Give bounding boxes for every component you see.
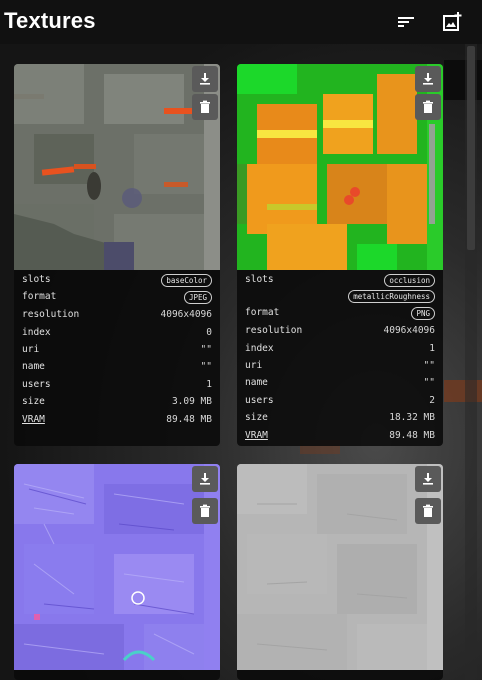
texture-thumbnail[interactable] bbox=[14, 464, 220, 670]
prop-uri: uri "" bbox=[245, 357, 435, 374]
download-icon bbox=[200, 73, 210, 85]
download-icon bbox=[423, 473, 433, 485]
value: 89.48 MB bbox=[166, 413, 212, 425]
trash-icon bbox=[423, 100, 433, 113]
slot-chip: occlusion bbox=[384, 274, 435, 287]
vram-link[interactable]: VRAM bbox=[22, 414, 45, 425]
prop-slots: slots baseColor bbox=[22, 272, 212, 289]
slot-chip: metallicRoughness bbox=[348, 290, 435, 303]
prop-size: size 3.09 MB bbox=[22, 393, 212, 410]
delete-button[interactable] bbox=[192, 94, 218, 120]
value: "" bbox=[423, 359, 435, 371]
label: size bbox=[245, 412, 268, 424]
value: 0 bbox=[206, 326, 212, 338]
prop-index: index 0 bbox=[22, 323, 212, 340]
download-button[interactable] bbox=[192, 466, 218, 492]
prop-format: format JPEG bbox=[22, 289, 212, 306]
delete-button[interactable] bbox=[415, 94, 441, 120]
delete-button[interactable] bbox=[192, 498, 218, 524]
download-button[interactable] bbox=[415, 466, 441, 492]
value: 4096x4096 bbox=[383, 325, 435, 337]
sort-icon[interactable] bbox=[394, 10, 418, 34]
prop-resolution: resolution 4096x4096 bbox=[22, 306, 212, 323]
prop-slots: slots occlusion metallicRoughness bbox=[245, 272, 435, 305]
value: "" bbox=[200, 361, 212, 373]
value: "" bbox=[200, 343, 212, 355]
vram-link[interactable]: VRAM bbox=[245, 430, 268, 441]
label: slots bbox=[245, 274, 274, 285]
add-image-icon[interactable] bbox=[440, 10, 464, 34]
value: 3.09 MB bbox=[171, 396, 212, 408]
trash-icon bbox=[200, 100, 210, 113]
delete-button[interactable] bbox=[415, 498, 441, 524]
trash-icon bbox=[423, 504, 433, 517]
value: 4096x4096 bbox=[160, 309, 212, 321]
prop-uri: uri "" bbox=[22, 341, 212, 358]
texture-card: slots baseColor format JPEG resolution 4… bbox=[14, 64, 220, 446]
prop-name: name "" bbox=[22, 358, 212, 375]
texture-thumbnail[interactable] bbox=[14, 64, 220, 270]
label: size bbox=[22, 396, 45, 408]
prop-vram: VRAM 89.48 MB bbox=[245, 426, 435, 443]
label: name bbox=[22, 361, 45, 373]
download-icon bbox=[200, 473, 210, 485]
download-icon bbox=[423, 73, 433, 85]
value: "" bbox=[423, 377, 435, 389]
scrollbar-thumb[interactable] bbox=[467, 46, 475, 250]
texture-thumbnail[interactable] bbox=[237, 464, 443, 670]
prop-format: format PNG bbox=[245, 305, 435, 322]
prop-users: users 2 bbox=[245, 392, 435, 409]
value: 2 bbox=[429, 394, 435, 406]
page-title: Textures bbox=[4, 8, 96, 33]
label: resolution bbox=[245, 325, 303, 337]
label: index bbox=[22, 326, 51, 338]
value: 18.32 MB bbox=[389, 412, 435, 424]
texture-thumbnail[interactable] bbox=[237, 64, 443, 270]
label: users bbox=[245, 394, 274, 406]
panel-header: Textures bbox=[0, 0, 482, 44]
label: format bbox=[245, 307, 280, 318]
format-chip: JPEG bbox=[183, 291, 212, 304]
label: name bbox=[245, 377, 268, 389]
slot-chip: baseColor bbox=[161, 274, 212, 287]
prop-users: users 1 bbox=[22, 376, 212, 393]
prop-index: index 1 bbox=[245, 339, 435, 356]
label: slots bbox=[22, 274, 51, 285]
download-button[interactable] bbox=[192, 66, 218, 92]
trash-icon bbox=[200, 504, 210, 517]
texture-card: slots occlusion metallicRoughness format… bbox=[237, 64, 443, 446]
label: format bbox=[22, 291, 57, 302]
value: 1 bbox=[206, 378, 212, 390]
format-chip: PNG bbox=[411, 307, 435, 320]
label: uri bbox=[245, 359, 263, 371]
prop-vram: VRAM 89.48 MB bbox=[22, 410, 212, 427]
scrollbar[interactable] bbox=[465, 44, 477, 680]
prop-name: name "" bbox=[245, 374, 435, 391]
value: 1 bbox=[429, 342, 435, 354]
download-button[interactable] bbox=[415, 66, 441, 92]
label: uri bbox=[22, 343, 40, 355]
label: index bbox=[245, 342, 274, 354]
label: resolution bbox=[22, 309, 80, 321]
texture-card bbox=[14, 464, 220, 680]
value: 89.48 MB bbox=[389, 429, 435, 441]
label: users bbox=[22, 378, 51, 390]
texture-card bbox=[237, 464, 443, 680]
prop-size: size 18.32 MB bbox=[245, 409, 435, 426]
prop-resolution: resolution 4096x4096 bbox=[245, 322, 435, 339]
